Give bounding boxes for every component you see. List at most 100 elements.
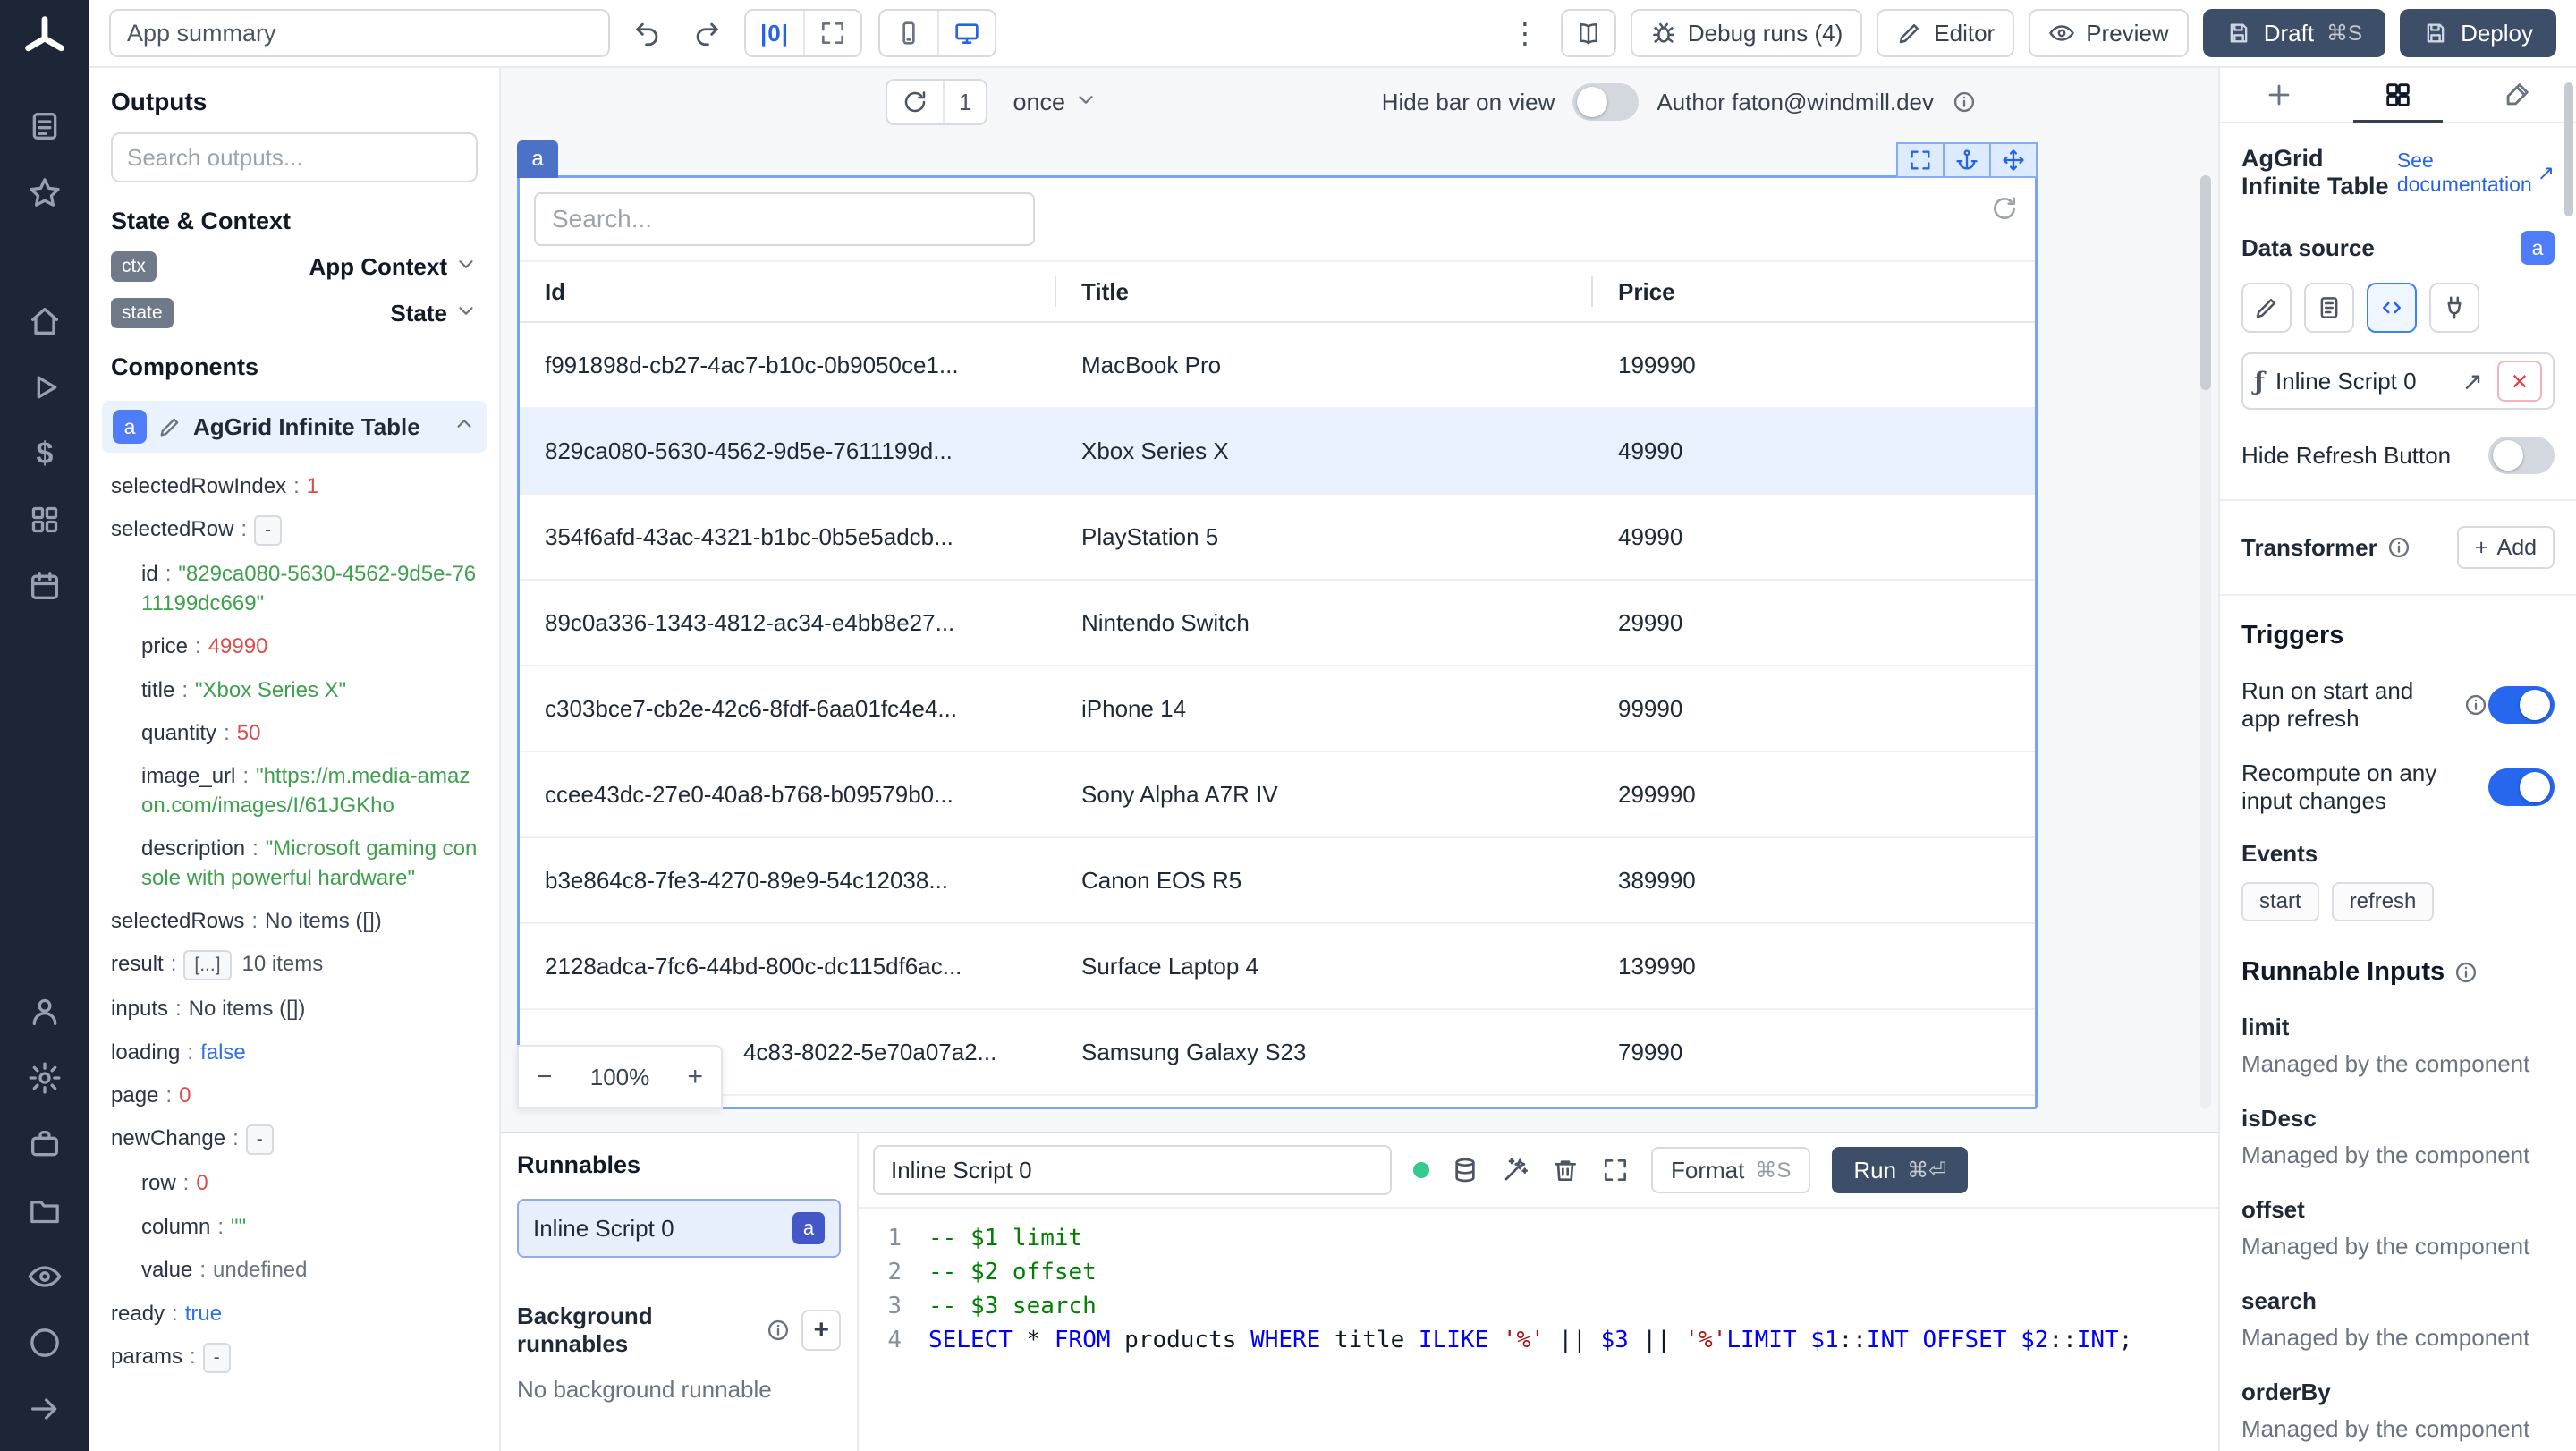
chevron-down-icon[interactable] <box>454 299 478 328</box>
tree-item-value[interactable]: value: undefined <box>111 1249 478 1292</box>
column-header-title[interactable]: Title <box>1056 278 1593 306</box>
code-editor[interactable]: 1 -- $1 limit 2 -- $2 offset 3 -- $3 search… <box>859 1207 2218 1451</box>
chevron-up-icon[interactable] <box>453 412 476 442</box>
table-row-selected[interactable]: 829ca080-5630-4562-9d5e-7611199d... Xbox … <box>520 409 2035 495</box>
home-icon[interactable] <box>21 297 69 345</box>
static-edit-icon[interactable] <box>2241 283 2292 333</box>
table-refresh-icon[interactable] <box>1990 194 2019 229</box>
detach-script-button[interactable]: × <box>2497 361 2542 402</box>
table-row[interactable]: ccee43dc-27e0-40a8-b768-b09579b0... Sony … <box>520 752 2035 838</box>
audit-eye-icon[interactable] <box>21 1252 69 1301</box>
tab-insert[interactable] <box>2220 68 2339 122</box>
connect-plug-icon[interactable] <box>2429 283 2479 333</box>
runnable-list-item[interactable]: Inline Script 0 a <box>517 1199 841 1258</box>
tree-item-ready[interactable]: ready: true <box>111 1293 478 1336</box>
info-icon[interactable] <box>1952 89 1977 115</box>
tree-item-selectedRows[interactable]: selectedRows: No items ([]) <box>111 900 478 943</box>
deploy-button[interactable]: Deploy <box>2400 9 2556 57</box>
tab-component-settings[interactable] <box>2339 68 2458 123</box>
anchor-icon[interactable] <box>1943 142 1991 178</box>
app-canvas[interactable]: a Id Title Price f991898d-cb27-4ac7-b10c… <box>501 136 2218 1132</box>
draft-button[interactable]: Draft ⌘S <box>2202 9 2386 57</box>
add-transformer-button[interactable]: + Add <box>2456 526 2555 569</box>
runs-play-icon[interactable] <box>21 363 69 412</box>
debug-runs-button[interactable]: Debug runs (4) <box>1630 9 1863 57</box>
editor-button[interactable]: Editor <box>1877 9 2015 57</box>
tree-item-selectedRowIndex[interactable]: selectedRowIndex:1 <box>111 465 478 508</box>
info-icon[interactable] <box>2453 960 2479 985</box>
frequency-select[interactable]: once <box>1013 88 1097 117</box>
tree-item-params[interactable]: params: - <box>111 1336 478 1380</box>
column-header-price[interactable]: Price <box>1593 278 2035 306</box>
move-component-icon[interactable] <box>1989 142 2038 178</box>
aggrid-component[interactable]: a Id Title Price f991898d-cb27-4ac7-b10c… <box>517 140 2038 1109</box>
run-button[interactable]: Run ⌘⏎ <box>1832 1147 1969 1193</box>
mobile-view-icon[interactable] <box>880 11 937 55</box>
add-background-runnable-button[interactable]: + <box>801 1310 841 1351</box>
docs-book-button[interactable] <box>1560 9 1616 57</box>
trigger-start-toggle[interactable] <box>2488 686 2555 724</box>
table-row[interactable]: 2128adca-7fc6-44bd-800c-dc115df6ac... Sur… <box>520 924 2035 1010</box>
redo-button[interactable] <box>685 12 728 55</box>
table-row[interactable]: c303bce7-cb2e-42c6-8fdf-6aa01fc4e4... iPh… <box>520 666 2035 752</box>
hide-bar-toggle[interactable] <box>1572 83 1640 121</box>
open-script-external-icon[interactable]: ↗ <box>2462 367 2483 396</box>
info-icon[interactable] <box>766 1318 791 1343</box>
search-outputs-input[interactable] <box>111 132 478 182</box>
see-documentation-link[interactable]: See documentation ↗ <box>2397 148 2555 197</box>
tree-item-image-url[interactable]: image_url: "https://m.media-amazon.com/im… <box>111 755 478 827</box>
canvas-scrollbar[interactable] <box>2200 175 2211 1109</box>
panel-scrollbar[interactable] <box>2564 82 2573 216</box>
tree-item-id[interactable]: id: "829ca080-5630-4562-9d5e-7611199dc669… <box>111 553 478 625</box>
schedules-calendar-icon[interactable] <box>21 562 69 610</box>
windmill-logo-icon[interactable] <box>21 14 69 63</box>
table-row[interactable]: 354f6afd-43ac-4321-b1bc-0b5e5adcb... Play… <box>520 495 2035 581</box>
trigger-recompute-toggle[interactable] <box>2488 768 2555 806</box>
component-tag-badge[interactable]: a <box>517 140 558 178</box>
info-icon[interactable] <box>2463 692 2488 717</box>
hide-refresh-toggle[interactable] <box>2488 437 2555 474</box>
tree-item-title[interactable]: title: "Xbox Series X" <box>111 669 478 712</box>
attached-script-row[interactable]: ƒ Inline Script 0 ↗ × <box>2241 352 2555 410</box>
database-icon[interactable] <box>1451 1156 1479 1184</box>
fullscreen-icon[interactable] <box>803 11 860 55</box>
table-search-input[interactable] <box>534 192 1035 246</box>
info-icon[interactable] <box>2386 535 2411 560</box>
script-name-input[interactable] <box>873 1145 1392 1195</box>
tree-item-row[interactable]: row:0 <box>111 1162 478 1205</box>
tree-item-newChange[interactable]: newChange: - <box>111 1117 478 1162</box>
favorites-star-icon[interactable] <box>21 168 69 216</box>
app-summary-input[interactable] <box>109 9 610 57</box>
column-header-id[interactable]: Id <box>520 278 1056 306</box>
settings-gear-icon[interactable] <box>21 1054 69 1102</box>
folders-icon[interactable] <box>21 1186 69 1235</box>
user-icon[interactable] <box>21 988 69 1036</box>
tree-item-column[interactable]: column: "" <box>111 1206 478 1249</box>
zoom-out-button[interactable]: − <box>537 1062 553 1092</box>
tree-item-result[interactable]: result: [...] 10 items <box>111 943 478 988</box>
tab-styling[interactable] <box>2457 68 2576 122</box>
kebab-menu-icon[interactable]: ⋮ <box>1504 12 1546 55</box>
state-row[interactable]: state State <box>111 298 478 328</box>
delete-trash-icon[interactable] <box>1551 1156 1580 1184</box>
workspace-briefcase-icon[interactable] <box>21 1120 69 1168</box>
grid-gutter-icon[interactable]: |0| <box>746 11 803 55</box>
expand-editor-icon[interactable] <box>1601 1156 1630 1184</box>
template-file-icon[interactable] <box>2304 283 2354 333</box>
event-chip-start[interactable]: start <box>2241 882 2319 921</box>
table-row[interactable]: b3e864c8-7fe3-4270-89e9-54c12038... Canon… <box>520 838 2035 924</box>
status-circle-icon[interactable] <box>21 1319 69 1367</box>
event-chip-refresh[interactable]: refresh <box>2331 882 2435 921</box>
table-row[interactable]: 4c83-8022-5e70a07a2... Samsung Galaxy S23… <box>520 1010 2035 1096</box>
component-list-item[interactable]: a AgGrid Infinite Table <box>102 401 487 453</box>
undo-button[interactable] <box>626 12 669 55</box>
tree-item-inputs[interactable]: inputs: No items ([]) <box>111 988 478 1031</box>
tree-item-description[interactable]: description: "Microsoft gaming console wi… <box>111 827 478 900</box>
collapse-arrow-icon[interactable] <box>21 1385 69 1433</box>
ai-wand-icon[interactable] <box>1501 1156 1530 1184</box>
inline-code-icon[interactable] <box>2367 283 2417 333</box>
format-button[interactable]: Format ⌘S <box>1651 1147 1811 1193</box>
variables-dollar-icon[interactable]: $ <box>21 429 69 478</box>
tree-item-loading[interactable]: loading: false <box>111 1031 478 1074</box>
chevron-down-icon[interactable] <box>454 252 478 282</box>
